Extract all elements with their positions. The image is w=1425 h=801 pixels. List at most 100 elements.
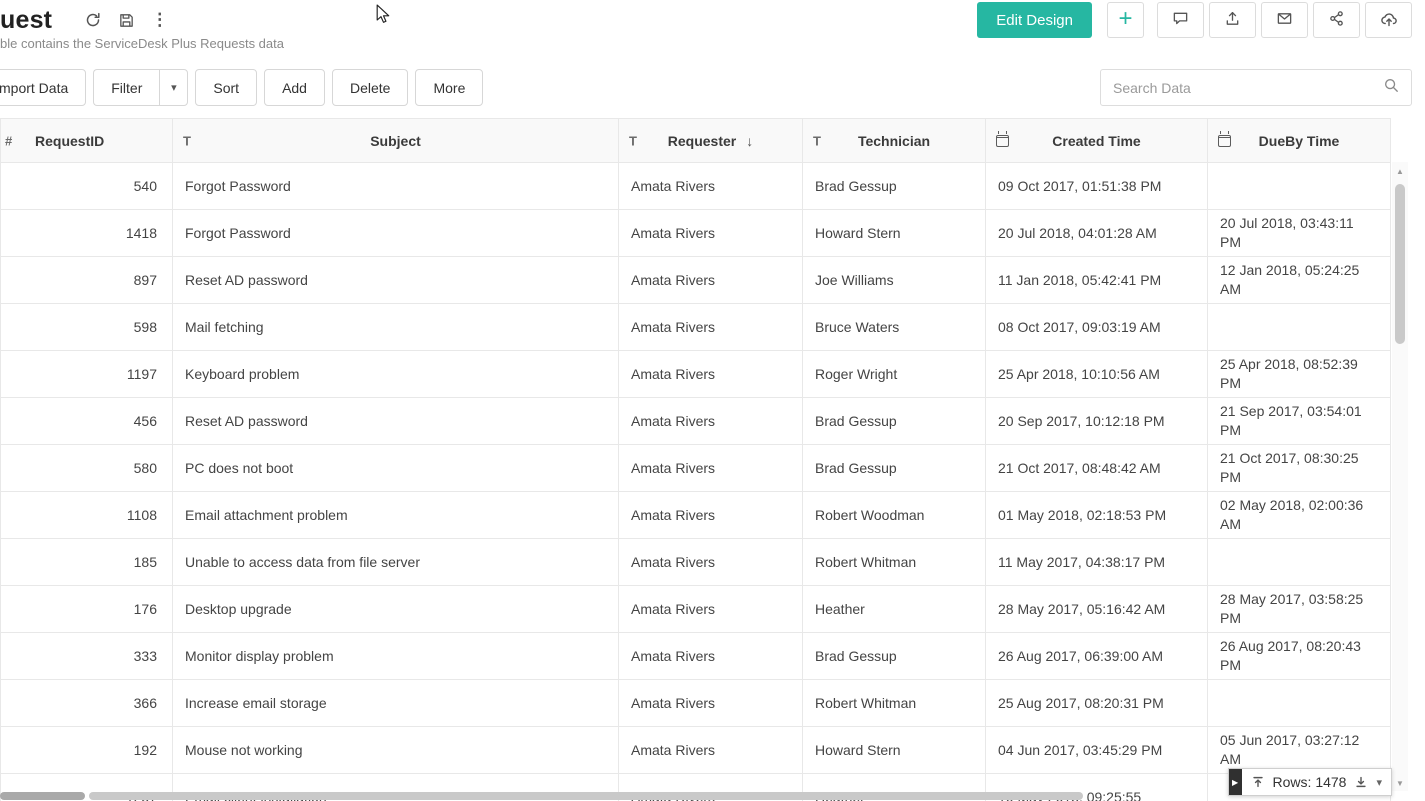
filter-button[interactable]: Filter — [93, 69, 159, 106]
cell-requester[interactable]: Amata Rivers — [619, 586, 803, 633]
cell-subject[interactable]: PC does not boot — [173, 445, 619, 492]
go-to-last-row-icon[interactable] — [1354, 775, 1368, 789]
cell-subject[interactable]: Desktop upgrade — [173, 586, 619, 633]
column-header-requestid[interactable]: #RequestID — [1, 119, 173, 163]
cell-requestid[interactable]: 333 — [1, 633, 173, 680]
cell-created_time[interactable]: 25 Aug 2017, 08:20:31 PM — [986, 680, 1208, 727]
cell-technician[interactable]: Brad Gessup — [803, 445, 986, 492]
cell-requestid[interactable]: 1108 — [1, 492, 173, 539]
cell-dueby_time[interactable]: 12 Jan 2018, 05:24:25 AM — [1208, 257, 1391, 304]
filter-dropdown-button[interactable]: ▾ — [159, 69, 188, 106]
cell-technician[interactable]: Heather — [803, 586, 986, 633]
add-button[interactable]: Add — [264, 69, 325, 106]
cell-technician[interactable]: Howard Stern — [803, 210, 986, 257]
cell-requester[interactable]: Amata Rivers — [619, 304, 803, 351]
cell-created_time[interactable]: 09 Oct 2017, 01:51:38 PM — [986, 163, 1208, 210]
cell-created_time[interactable]: 25 Apr 2018, 10:10:56 AM — [986, 351, 1208, 398]
cell-requestid[interactable]: 598 — [1, 304, 173, 351]
cell-subject[interactable]: Mouse not working — [173, 727, 619, 774]
cell-created_time[interactable]: 26 Aug 2017, 06:39:00 AM — [986, 633, 1208, 680]
column-header-requester[interactable]: TRequester↓ — [619, 119, 803, 163]
delete-button[interactable]: Delete — [332, 69, 408, 106]
add-new-button[interactable]: + — [1107, 2, 1144, 38]
cell-dueby_time[interactable] — [1208, 304, 1391, 351]
share-button[interactable] — [1313, 2, 1360, 38]
cell-requestid[interactable]: 185 — [1, 539, 173, 586]
vertical-scrollbar[interactable]: ▲ ▼ — [1392, 162, 1408, 791]
cell-requestid[interactable]: 366 — [1, 680, 173, 727]
cell-subject[interactable]: Monitor display problem — [173, 633, 619, 680]
column-header-subject[interactable]: TSubject — [173, 119, 619, 163]
cell-subject[interactable]: Email attachment problem — [173, 492, 619, 539]
publish-button[interactable] — [1365, 2, 1412, 38]
rows-dropdown-icon[interactable]: ▾ — [1376, 776, 1382, 789]
cell-dueby_time[interactable]: 28 May 2017, 03:58:25 PM — [1208, 586, 1391, 633]
cell-dueby_time[interactable] — [1208, 539, 1391, 586]
cell-requester[interactable]: Amata Rivers — [619, 163, 803, 210]
cell-created_time[interactable]: 08 Oct 2017, 09:03:19 AM — [986, 304, 1208, 351]
cell-dueby_time[interactable] — [1208, 163, 1391, 210]
cell-technician[interactable]: Brad Gessup — [803, 398, 986, 445]
cell-dueby_time[interactable]: 21 Sep 2017, 03:54:01 PM — [1208, 398, 1391, 445]
import-data-button[interactable]: mport Data — [0, 69, 86, 106]
cell-created_time[interactable]: 11 May 2017, 04:38:17 PM — [986, 539, 1208, 586]
cell-technician[interactable]: Roger Wright — [803, 351, 986, 398]
cell-technician[interactable]: Bruce Waters — [803, 304, 986, 351]
cell-requester[interactable]: Amata Rivers — [619, 257, 803, 304]
scroll-up-icon[interactable]: ▲ — [1392, 167, 1408, 176]
cell-requester[interactable]: Amata Rivers — [619, 210, 803, 257]
scroll-down-icon[interactable]: ▼ — [1392, 779, 1408, 788]
edit-design-button[interactable]: Edit Design — [977, 2, 1092, 38]
cell-requester[interactable]: Amata Rivers — [619, 398, 803, 445]
cell-technician[interactable]: Robert Whitman — [803, 539, 986, 586]
cell-requestid[interactable]: 1197 — [1, 351, 173, 398]
cell-subject[interactable]: Forgot Password — [173, 210, 619, 257]
cell-subject[interactable]: Unable to access data from file server — [173, 539, 619, 586]
cell-created_time[interactable]: 11 Jan 2018, 05:42:41 PM — [986, 257, 1208, 304]
cell-dueby_time[interactable]: 21 Oct 2017, 08:30:25 PM — [1208, 445, 1391, 492]
horizontal-scrollbar-thumb[interactable] — [89, 792, 1083, 800]
horizontal-scrollbar[interactable] — [0, 791, 1425, 801]
cell-created_time[interactable]: 20 Sep 2017, 10:12:18 PM — [986, 398, 1208, 445]
cell-requester[interactable]: Amata Rivers — [619, 680, 803, 727]
search-input[interactable] — [1113, 80, 1383, 96]
cell-technician[interactable]: Robert Whitman — [803, 680, 986, 727]
cell-technician[interactable]: Brad Gessup — [803, 163, 986, 210]
cell-created_time[interactable]: 04 Jun 2017, 03:45:29 PM — [986, 727, 1208, 774]
cell-dueby_time[interactable]: 02 May 2018, 02:00:36 AM — [1208, 492, 1391, 539]
cell-technician[interactable]: Joe Williams — [803, 257, 986, 304]
cell-dueby_time[interactable]: 26 Aug 2017, 08:20:43 PM — [1208, 633, 1391, 680]
cell-technician[interactable]: Howard Stern — [803, 727, 986, 774]
cell-subject[interactable]: Keyboard problem — [173, 351, 619, 398]
cell-subject[interactable]: Increase email storage — [173, 680, 619, 727]
cell-created_time[interactable]: 01 May 2018, 02:18:53 PM — [986, 492, 1208, 539]
cell-dueby_time[interactable]: 20 Jul 2018, 03:43:11 PM — [1208, 210, 1391, 257]
column-header-dueby_time[interactable]: DueBy Time — [1208, 119, 1391, 163]
cell-subject[interactable]: Reset AD password — [173, 257, 619, 304]
sort-button[interactable]: Sort — [195, 69, 257, 106]
cell-requester[interactable]: Amata Rivers — [619, 351, 803, 398]
cell-requester[interactable]: Amata Rivers — [619, 492, 803, 539]
cell-requester[interactable]: Amata Rivers — [619, 539, 803, 586]
cell-requestid[interactable]: 1418 — [1, 210, 173, 257]
cell-created_time[interactable]: 21 Oct 2017, 08:48:42 AM — [986, 445, 1208, 492]
cell-requestid[interactable]: 192 — [1, 727, 173, 774]
cell-requestid[interactable]: 456 — [1, 398, 173, 445]
cell-requester[interactable]: Amata Rivers — [619, 633, 803, 680]
status-expand-tab[interactable]: ▶ — [1229, 769, 1242, 795]
save-icon[interactable] — [118, 12, 135, 29]
column-header-created_time[interactable]: Created Time — [986, 119, 1208, 163]
more-button[interactable]: More — [415, 69, 483, 106]
kebab-menu-icon[interactable]: ⋮ — [151, 10, 168, 30]
cell-technician[interactable]: Robert Woodman — [803, 492, 986, 539]
comment-button[interactable] — [1157, 2, 1204, 38]
cell-created_time[interactable]: 28 May 2017, 05:16:42 AM — [986, 586, 1208, 633]
cell-technician[interactable]: Brad Gessup — [803, 633, 986, 680]
cell-created_time[interactable]: 20 Jul 2018, 04:01:28 AM — [986, 210, 1208, 257]
vertical-scrollbar-thumb[interactable] — [1395, 184, 1405, 344]
cell-requestid[interactable]: 580 — [1, 445, 173, 492]
cell-dueby_time[interactable]: 05 Jun 2017, 03:27:12 AM — [1208, 727, 1391, 774]
email-button[interactable] — [1261, 2, 1308, 38]
cell-requestid[interactable]: 897 — [1, 257, 173, 304]
horizontal-scrollbar-left-segment[interactable] — [0, 792, 85, 800]
